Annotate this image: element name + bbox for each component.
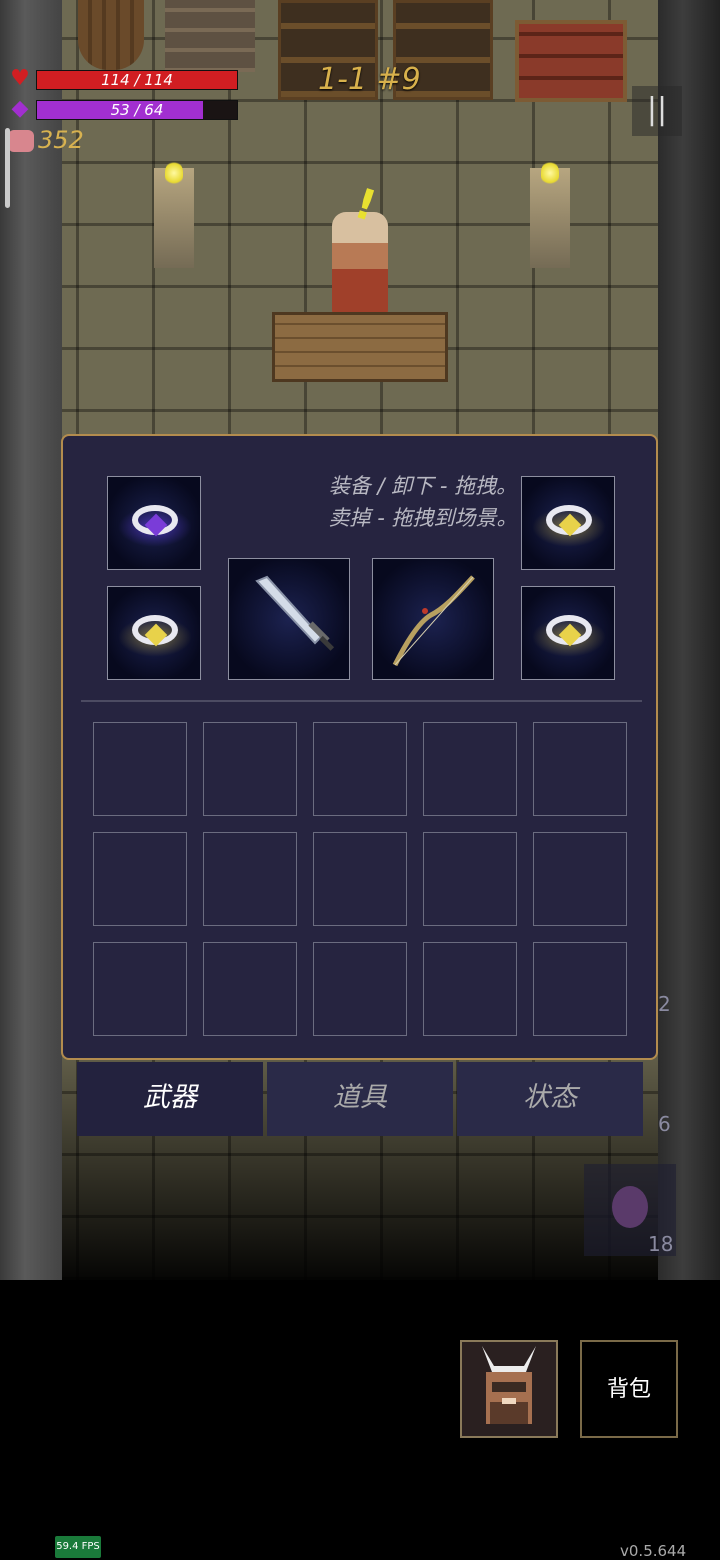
hp-bar: 114 / 114 (36, 70, 238, 90)
inventory-slot[interactable] (313, 832, 407, 926)
scroll-indicator (5, 128, 10, 208)
hp-text: 114 / 114 (101, 71, 173, 89)
level-indicator: 1-1 #9 (318, 62, 421, 97)
inventory-slot[interactable] (93, 722, 187, 816)
inventory-slot[interactable] (313, 942, 407, 1036)
hero-avatar-icon (482, 1346, 536, 1424)
gold-count: 352 (38, 126, 84, 154)
inventory-panel: 装备 / 卸下 - 拖拽。 卖掉 - 拖拽到场景。 (61, 434, 658, 1060)
ring-slot-2[interactable] (521, 476, 615, 570)
fps-counter: 59.4 FPS (55, 1536, 101, 1558)
weapon-slot-sword[interactable] (228, 558, 350, 680)
potion-slot[interactable]: 18 (584, 1164, 676, 1256)
inventory-slot[interactable] (423, 832, 517, 926)
character-portrait[interactable] (460, 1340, 558, 1438)
version-label: v0.5.644 (620, 1542, 687, 1560)
treasure-chest[interactable] (515, 20, 627, 102)
side-count: 2 (658, 992, 671, 1016)
inventory-slot[interactable] (203, 832, 297, 926)
heart-icon: ♥ (10, 66, 30, 91)
ring-slot-3[interactable] (107, 586, 201, 680)
potion-icon (612, 1186, 648, 1228)
barrel (78, 0, 144, 70)
side-count: 6 (658, 1112, 671, 1136)
torch-flame (541, 160, 559, 186)
ring-slot-4[interactable] (521, 586, 615, 680)
crate (165, 0, 255, 72)
inventory-slot[interactable] (93, 832, 187, 926)
inventory-slot[interactable] (313, 722, 407, 816)
panel-divider (81, 700, 642, 702)
pause-button[interactable]: || (632, 86, 682, 136)
inventory-slot[interactable] (203, 722, 297, 816)
pig-coin-icon (8, 130, 34, 152)
mana-gem-icon: ◆ (11, 96, 29, 121)
inventory-slot[interactable] (533, 942, 627, 1036)
backpack-button[interactable]: 背包 (580, 1340, 678, 1438)
inventory-slot[interactable] (203, 942, 297, 1036)
tab-items[interactable]: 道具 (267, 1062, 453, 1136)
inventory-slot[interactable] (93, 942, 187, 1036)
ring-slot-1[interactable] (107, 476, 201, 570)
shop-table[interactable] (272, 312, 448, 382)
inventory-slot[interactable] (533, 722, 627, 816)
torch-flame (165, 160, 183, 186)
inventory-slot[interactable] (423, 942, 517, 1036)
inventory-slot[interactable] (423, 722, 517, 816)
sword-icon (255, 575, 335, 651)
potion-count: 18 (648, 1232, 674, 1256)
right-wall (658, 0, 720, 1280)
weapon-slot-bow[interactable] (372, 558, 494, 680)
mp-bar: 53 / 64 (36, 100, 238, 120)
pause-icon: || (646, 92, 668, 127)
tab-weapons[interactable]: 武器 (77, 1062, 263, 1136)
tab-bar: 武器 道具 状态 (77, 1062, 643, 1136)
tab-status[interactable]: 状态 (457, 1062, 643, 1136)
mp-text: 53 / 64 (110, 101, 164, 119)
inventory-slot[interactable] (533, 832, 627, 926)
bow-icon (392, 575, 475, 667)
